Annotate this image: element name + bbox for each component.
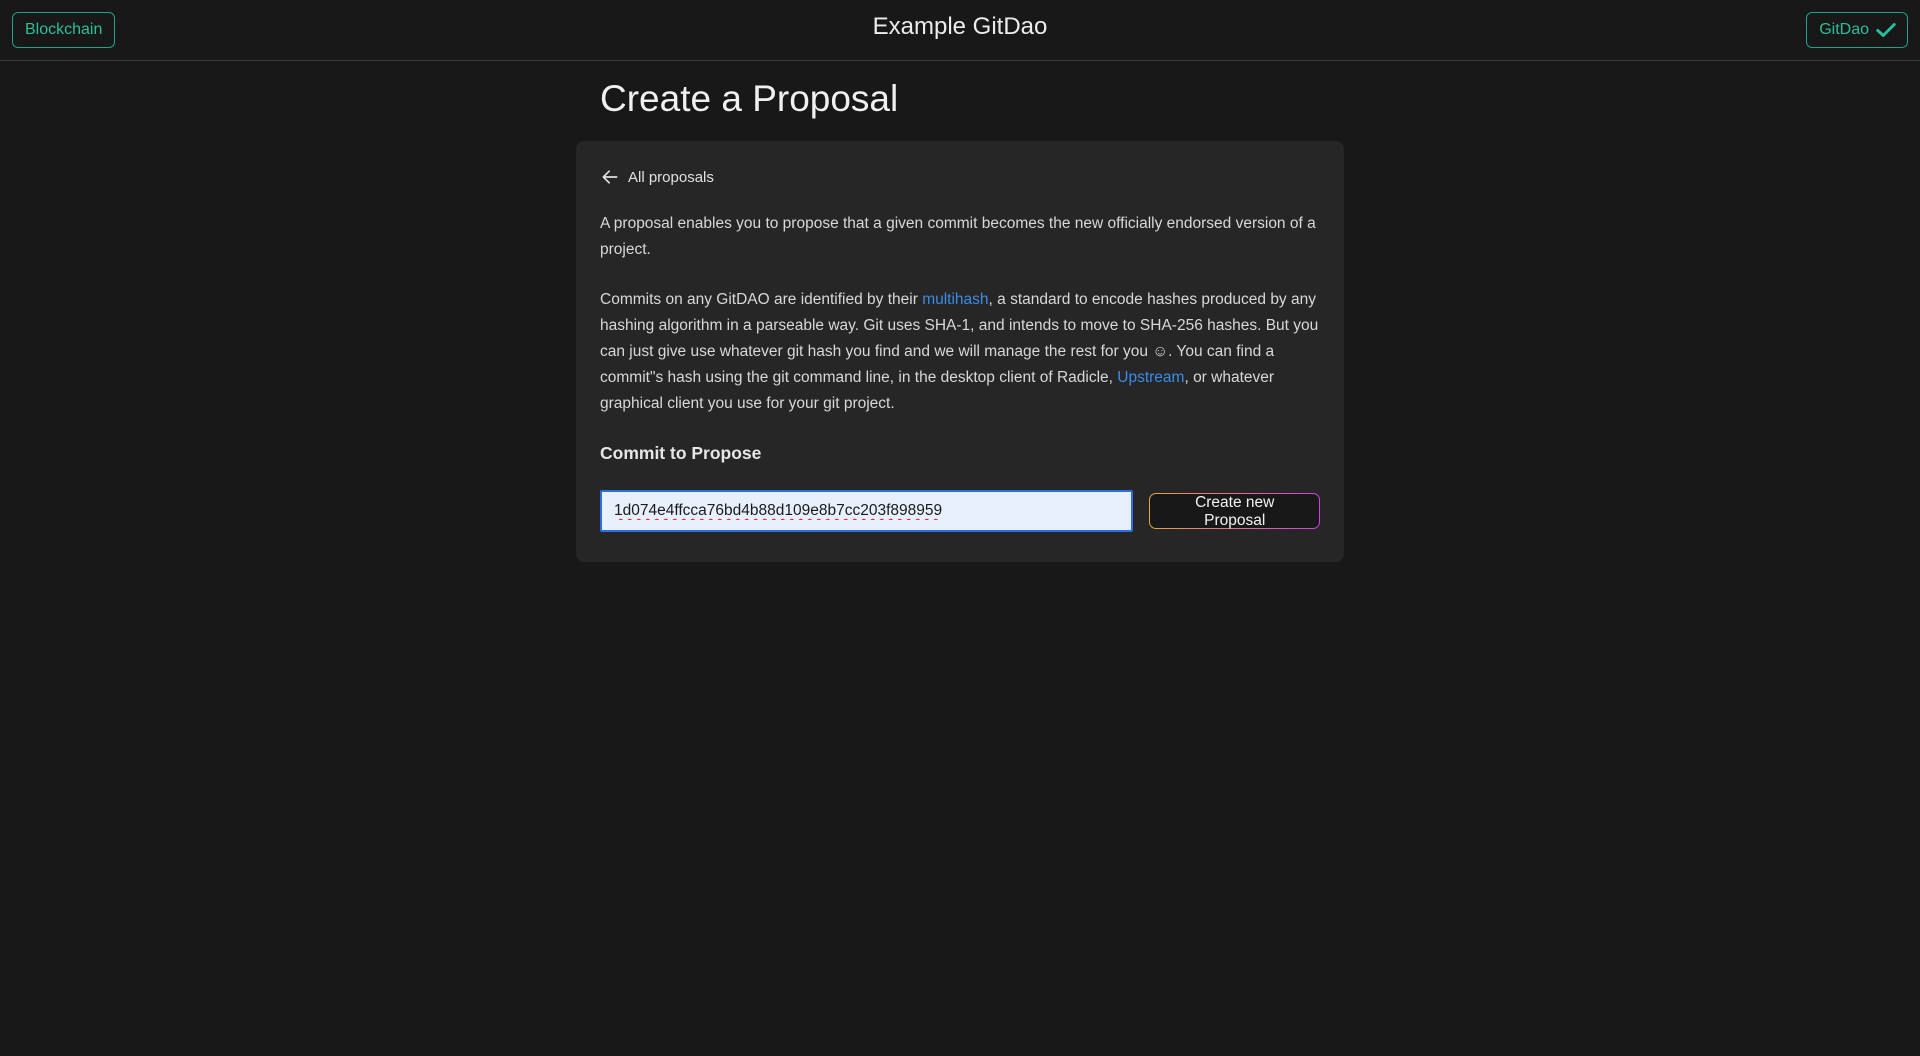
proposal-card: All proposals A proposal enables you to … [576, 141, 1344, 562]
all-proposals-label: All proposals [628, 168, 714, 186]
gitdao-button-label: GitDao [1819, 21, 1869, 38]
gitdao-button[interactable]: GitDao [1806, 12, 1908, 48]
arrow-left-icon [602, 170, 618, 184]
intro-paragraph: A proposal enables you to propose that a… [600, 215, 1316, 258]
upstream-link[interactable]: Upstream [1117, 369, 1184, 386]
multihash-text-1: Commits on any GitDAO are identified by … [600, 291, 923, 308]
commit-form: Create new Proposal [600, 490, 1320, 532]
commit-section-heading: Commit to Propose [600, 443, 762, 463]
check-icon [1876, 23, 1896, 37]
page-title: Create a Proposal [600, 78, 899, 119]
app-title: Example GitDao [872, 13, 1048, 40]
top-bar: Blockchain Example GitDao GitDao [0, 0, 1920, 61]
multihash-paragraph: Commits on any GitDAO are identified by … [600, 287, 1320, 417]
multihash-link[interactable]: multihash [922, 291, 988, 308]
commit-hash-input[interactable] [600, 490, 1134, 532]
create-proposal-button[interactable]: Create new Proposal [1149, 493, 1320, 529]
all-proposals-link[interactable]: All proposals [600, 165, 714, 189]
